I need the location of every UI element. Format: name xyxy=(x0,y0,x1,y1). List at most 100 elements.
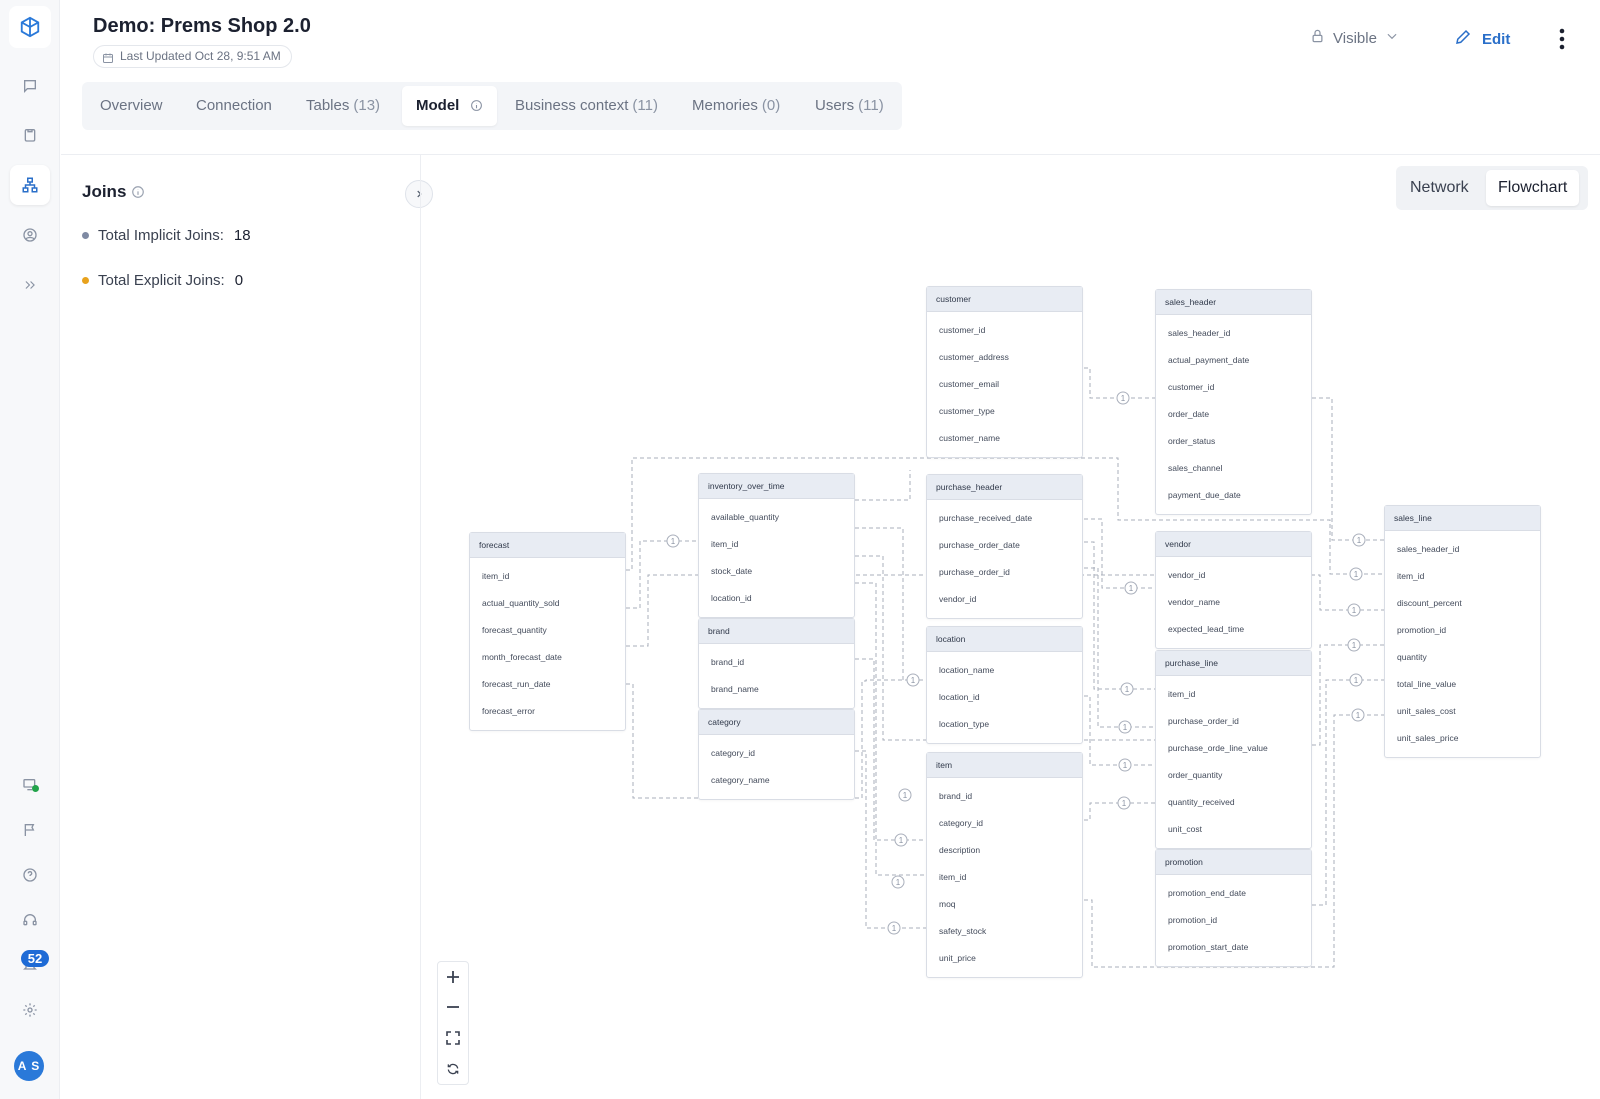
zoom-in-button[interactable] xyxy=(438,962,468,992)
relation-marker: 1 xyxy=(671,537,676,546)
table-field: vendor_id xyxy=(1168,570,1206,580)
table-card-item[interactable]: item brand_id category_id description item_i… xyxy=(926,752,1083,978)
table-field: unit_sales_price xyxy=(1397,733,1459,743)
table-card-location[interactable]: location location_name location_id location… xyxy=(926,626,1083,744)
table-field: actual_quantity_sold xyxy=(482,598,560,608)
relation-marker: 1 xyxy=(1352,641,1357,650)
table-field: promotion_id xyxy=(1397,625,1447,635)
table-name: location xyxy=(927,627,1082,652)
table-field: location_id xyxy=(939,692,980,702)
minus-icon xyxy=(447,1006,459,1008)
table-card-forecast[interactable]: forecast item_id actual_quantity_sold forec… xyxy=(469,532,626,731)
relation-marker: 1 xyxy=(911,676,916,685)
relation-marker: 1 xyxy=(1352,606,1357,615)
table-field: location_type xyxy=(939,719,990,729)
table-field: customer_email xyxy=(939,379,999,389)
table-name: purchase_header xyxy=(927,475,1082,500)
relation-marker: 1 xyxy=(1129,584,1134,593)
table-card-vendor[interactable]: vendor vendor_id vendor_name expected_lead_… xyxy=(1155,531,1312,649)
table-name: customer xyxy=(927,287,1082,312)
table-field: description xyxy=(939,845,981,855)
refresh-icon xyxy=(447,1063,459,1075)
relation-marker: 1 xyxy=(892,924,897,933)
table-field: unit_cost xyxy=(1168,824,1203,834)
table-field: category_id xyxy=(939,818,983,828)
table-field: purchase_order_date xyxy=(939,540,1020,550)
table-field: customer_id xyxy=(939,325,986,335)
table-field: actual_payment_date xyxy=(1168,355,1250,365)
table-name: brand xyxy=(699,619,854,644)
table-field: customer_id xyxy=(1168,382,1215,392)
relation-marker: 1 xyxy=(1354,570,1359,579)
table-field: sales_header_id xyxy=(1397,544,1460,554)
relation-marker: 1 xyxy=(1123,761,1128,770)
table-field: stock_date xyxy=(711,566,753,576)
relation-marker: 1 xyxy=(903,791,908,800)
table-field: vendor_id xyxy=(939,594,977,604)
table-field: item_id xyxy=(939,872,967,882)
table-name: item xyxy=(927,753,1082,778)
zoom-out-button[interactable] xyxy=(438,992,468,1022)
relation-marker: 1 xyxy=(896,878,901,887)
table-field: month_forecast_date xyxy=(482,652,562,662)
table-name: inventory_over_time xyxy=(699,474,854,499)
relation-marker: 1 xyxy=(1123,723,1128,732)
table-field: forecast_run_date xyxy=(482,679,551,689)
table-field: brand_name xyxy=(711,684,759,694)
table-field: location_id xyxy=(711,593,752,603)
relation-marker: 1 xyxy=(1125,685,1130,694)
table-field: payment_due_date xyxy=(1168,490,1241,500)
table-name: vendor xyxy=(1156,532,1311,557)
table-name: sales_line xyxy=(1385,506,1540,531)
table-field: safety_stock xyxy=(939,926,987,936)
table-field: purchase_received_date xyxy=(939,513,1033,523)
table-field: item_id xyxy=(482,571,510,581)
zoom-controls xyxy=(437,961,469,1085)
table-card-customer[interactable]: customer customer_id customer_address custo… xyxy=(926,286,1083,458)
table-field: item_id xyxy=(1397,571,1425,581)
table-card-promotion[interactable]: promotion promotion_end_date promotion_id p… xyxy=(1155,849,1312,967)
table-name: promotion xyxy=(1156,850,1311,875)
table-field: total_line_value xyxy=(1397,679,1457,689)
table-card-sales-line[interactable]: sales_line sales_header_id item_id discount… xyxy=(1384,505,1541,758)
table-field: customer_name xyxy=(939,433,1000,443)
table-field: category_id xyxy=(711,748,755,758)
table-name: purchase_line xyxy=(1156,651,1311,676)
table-card-sales-header[interactable]: sales_header sales_header_id actual_paymen… xyxy=(1155,289,1312,515)
table-field: customer_type xyxy=(939,406,995,416)
table-name: category xyxy=(699,710,854,735)
relation-marker: 1 xyxy=(1122,799,1127,808)
table-field: sales_channel xyxy=(1168,463,1223,473)
relation-marker: 1 xyxy=(1354,676,1359,685)
relation-marker: 1 xyxy=(1356,711,1361,720)
table-field: sales_header_id xyxy=(1168,328,1231,338)
table-field: promotion_end_date xyxy=(1168,888,1246,898)
table-field: location_name xyxy=(939,665,995,675)
plus-icon xyxy=(447,971,459,983)
table-field: forecast_quantity xyxy=(482,625,547,635)
table-field: unit_sales_cost xyxy=(1397,706,1456,716)
table-field: moq xyxy=(939,899,956,909)
table-field: promotion_start_date xyxy=(1168,942,1249,952)
relation-marker: 1 xyxy=(1357,536,1362,545)
table-field: item_id xyxy=(1168,689,1196,699)
table-card-brand[interactable]: brand brand_id brand_name xyxy=(698,618,855,709)
table-field: purchase_order_id xyxy=(939,567,1010,577)
fit-view-button[interactable] xyxy=(438,1023,468,1053)
table-card-purchase-line[interactable]: purchase_line item_id purchase_order_id pur… xyxy=(1155,650,1312,849)
table-name: sales_header xyxy=(1156,290,1311,315)
table-card-category[interactable]: category category_id category_name xyxy=(698,709,855,800)
table-field: brand_id xyxy=(711,657,745,667)
table-field: unit_price xyxy=(939,953,976,963)
relation-marker: 1 xyxy=(1121,394,1126,403)
reset-view-button[interactable] xyxy=(438,1054,468,1084)
table-card-purchase-header[interactable]: purchase_header purchase_received_datepur… xyxy=(926,474,1083,619)
table-field: quantity_received xyxy=(1168,797,1235,807)
table-field: brand_id xyxy=(939,791,973,801)
table-field: order_date xyxy=(1168,409,1210,419)
table-card-inventory-over-time[interactable]: inventory_over_time available_quantity ite… xyxy=(698,473,855,618)
table-field: purchase_orde_line_value xyxy=(1168,743,1268,753)
table-field: category_name xyxy=(711,775,770,785)
table-field: order_quantity xyxy=(1168,770,1223,780)
fullscreen-icon xyxy=(446,1031,460,1045)
